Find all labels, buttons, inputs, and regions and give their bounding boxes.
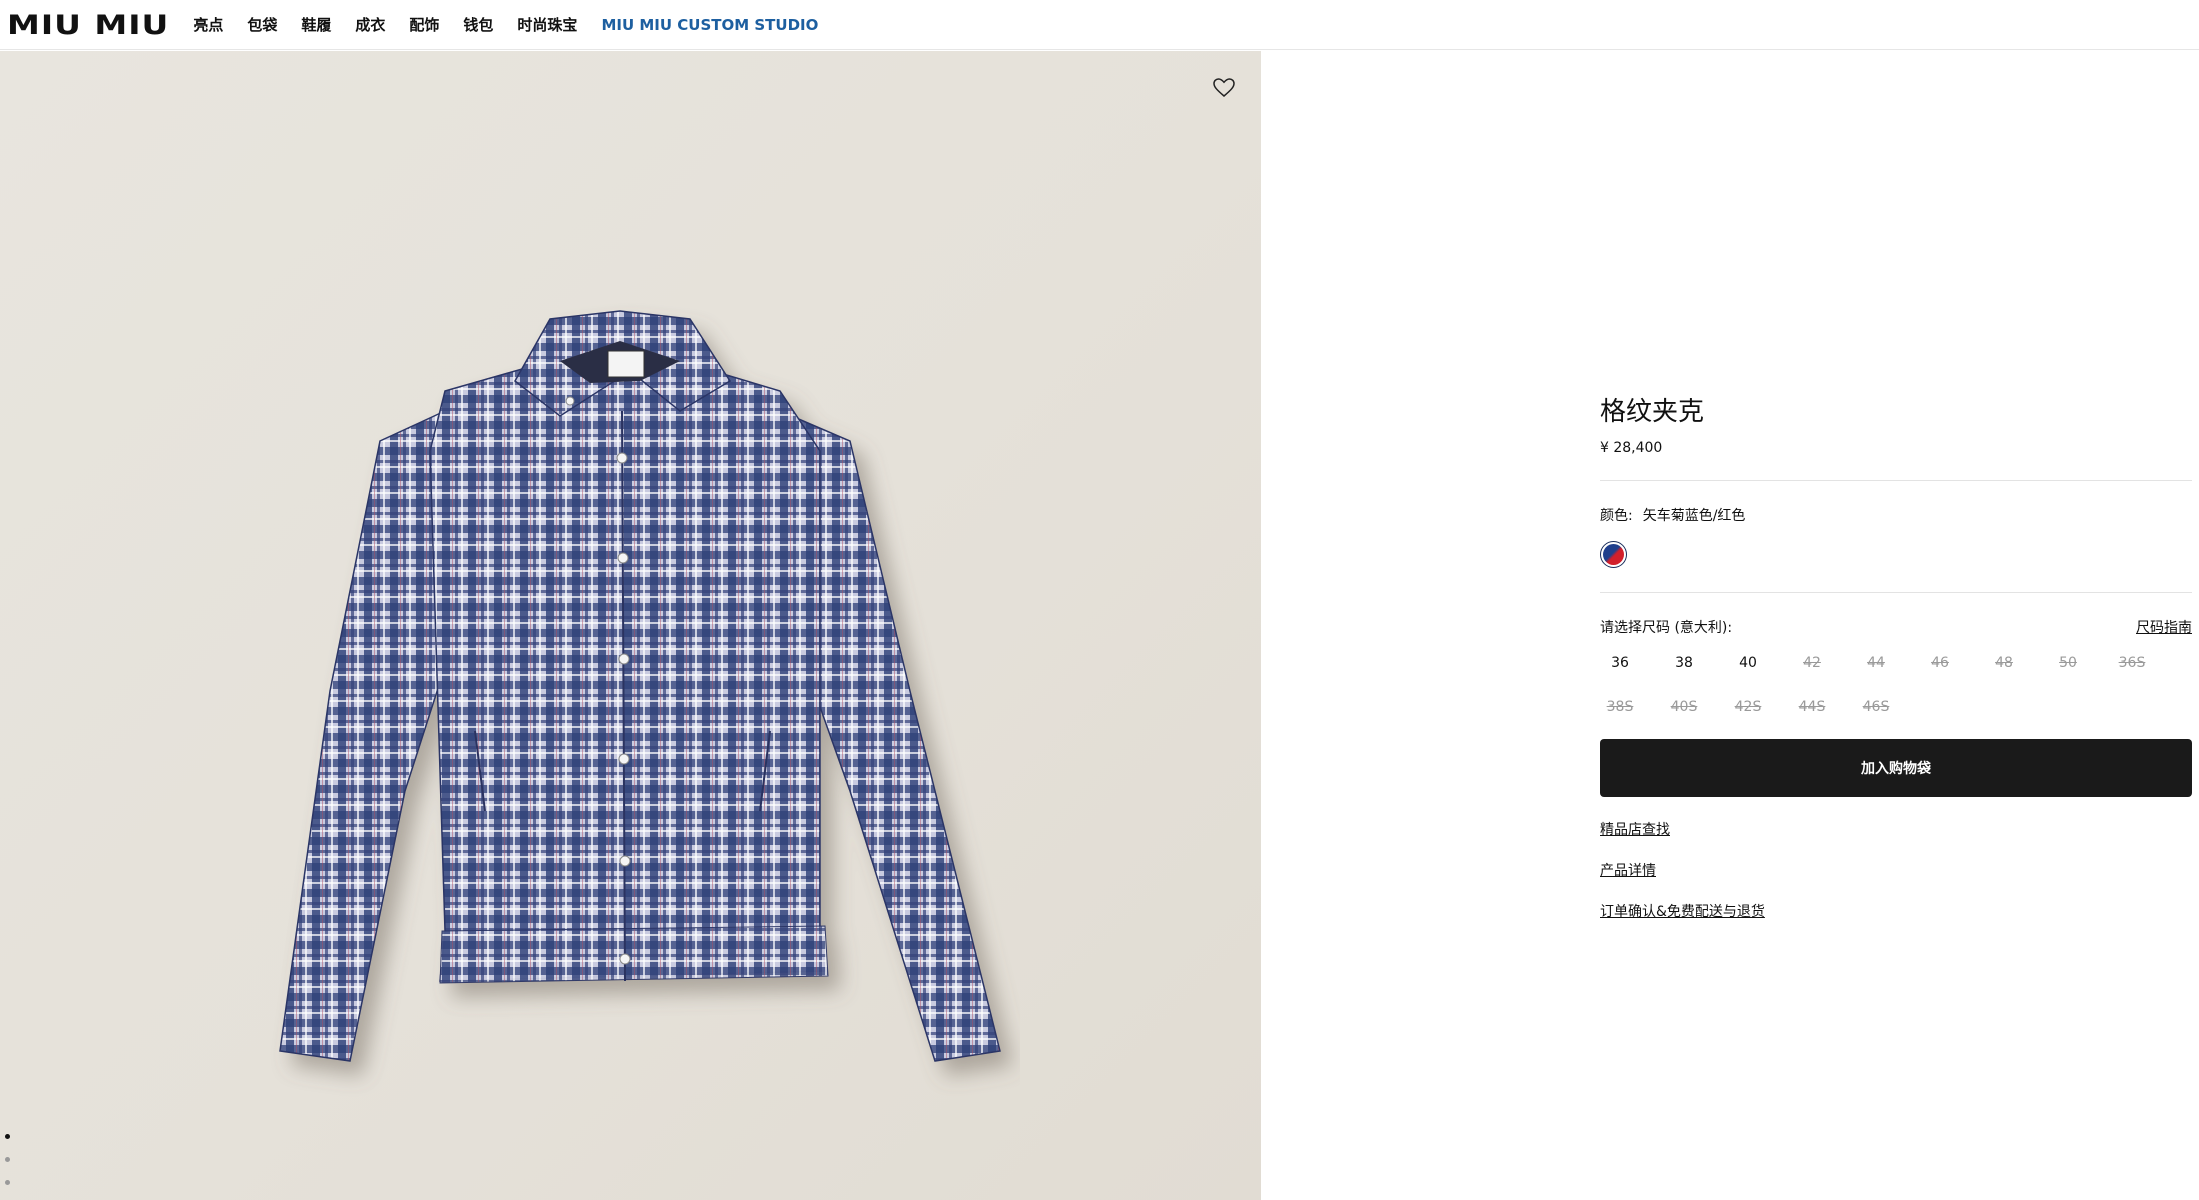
product-info-panel: 格纹夹克 ¥ 28,400 颜色: 矢车菊蓝色/红色 请选择尺码 (意大利): … — [1600, 395, 2192, 942]
pager-dot-3[interactable] — [5, 1180, 10, 1185]
size-option-42s[interactable]: 42S — [1728, 699, 1768, 719]
nav-item-accessories[interactable]: 配饰 — [409, 14, 439, 35]
product-price: ¥ 28,400 — [1600, 440, 1663, 456]
size-option-46[interactable]: 46 — [1920, 655, 1960, 675]
product-links: 精品店查找 产品详情 订单确认&免费配送与退货 — [1600, 819, 2192, 921]
site-header: MIU MIU 亮点 包袋 鞋履 成衣 配饰 钱包 时尚珠宝 MIU MIU C… — [0, 0, 2199, 50]
divider — [1600, 592, 2192, 593]
size-option-42[interactable]: 42 — [1792, 655, 1832, 675]
size-option-36s[interactable]: 36S — [2112, 655, 2152, 675]
product-details-link[interactable]: 产品详情 — [1600, 860, 1656, 880]
divider — [1600, 480, 2192, 481]
size-option-48[interactable]: 48 — [1984, 655, 2024, 675]
size-guide-link[interactable]: 尺码指南 — [2136, 617, 2192, 637]
gallery-pager — [5, 1134, 10, 1200]
jacket-image — [279, 310, 1001, 1062]
color-swatch[interactable] — [1600, 541, 1627, 568]
nav-item-highlights[interactable]: 亮点 — [193, 14, 223, 35]
size-header: 请选择尺码 (意大利): 尺码指南 — [1600, 617, 2192, 637]
brand-logo[interactable]: MIU MIU — [7, 11, 169, 38]
nav-item-wallets[interactable]: 钱包 — [463, 14, 493, 35]
color-label: 颜色: — [1600, 508, 1633, 524]
pager-dot-1[interactable] — [5, 1134, 10, 1139]
nav-item-ready-to-wear[interactable]: 成衣 — [355, 14, 385, 35]
main-nav: 亮点 包袋 鞋履 成衣 配饰 钱包 时尚珠宝 MIU MIU CUSTOM ST… — [193, 14, 842, 35]
size-option-40[interactable]: 40 — [1728, 655, 1768, 675]
color-value: 矢车菊蓝色/红色 — [1642, 508, 1746, 524]
store-locator-link[interactable]: 精品店查找 — [1600, 819, 1670, 839]
product-title: 格纹夹克 — [1600, 397, 1705, 427]
shipping-returns-link[interactable]: 订单确认&免费配送与退货 — [1600, 901, 1765, 921]
nav-item-shoes[interactable]: 鞋履 — [301, 14, 331, 35]
nav-item-jewelry[interactable]: 时尚珠宝 — [517, 14, 577, 35]
size-option-38s[interactable]: 38S — [1600, 699, 1640, 719]
nav-item-custom-studio[interactable]: MIU MIU CUSTOM STUDIO — [601, 16, 818, 34]
size-label: 请选择尺码 (意大利): — [1600, 620, 1733, 636]
size-option-46s[interactable]: 46S — [1856, 699, 1896, 719]
nav-item-bags[interactable]: 包袋 — [247, 14, 277, 35]
size-selector: 36 38 40 42 44 46 48 50 36S 38S 40S 42S 44S 46S — [1600, 655, 2192, 719]
add-to-bag-button[interactable]: 加入购物袋 — [1600, 739, 2192, 797]
size-option-50[interactable]: 50 — [2048, 655, 2088, 675]
pager-dot-2[interactable] — [5, 1157, 10, 1162]
color-row: 颜色: 矢车菊蓝色/红色 — [1600, 505, 2192, 525]
size-option-36[interactable]: 36 — [1600, 655, 1640, 675]
size-option-38[interactable]: 38 — [1664, 655, 1704, 675]
heart-icon[interactable] — [1212, 76, 1236, 100]
size-option-44s[interactable]: 44S — [1792, 699, 1832, 719]
product-gallery[interactable] — [0, 51, 1261, 1200]
size-option-40s[interactable]: 40S — [1664, 699, 1704, 719]
size-option-44[interactable]: 44 — [1856, 655, 1896, 675]
